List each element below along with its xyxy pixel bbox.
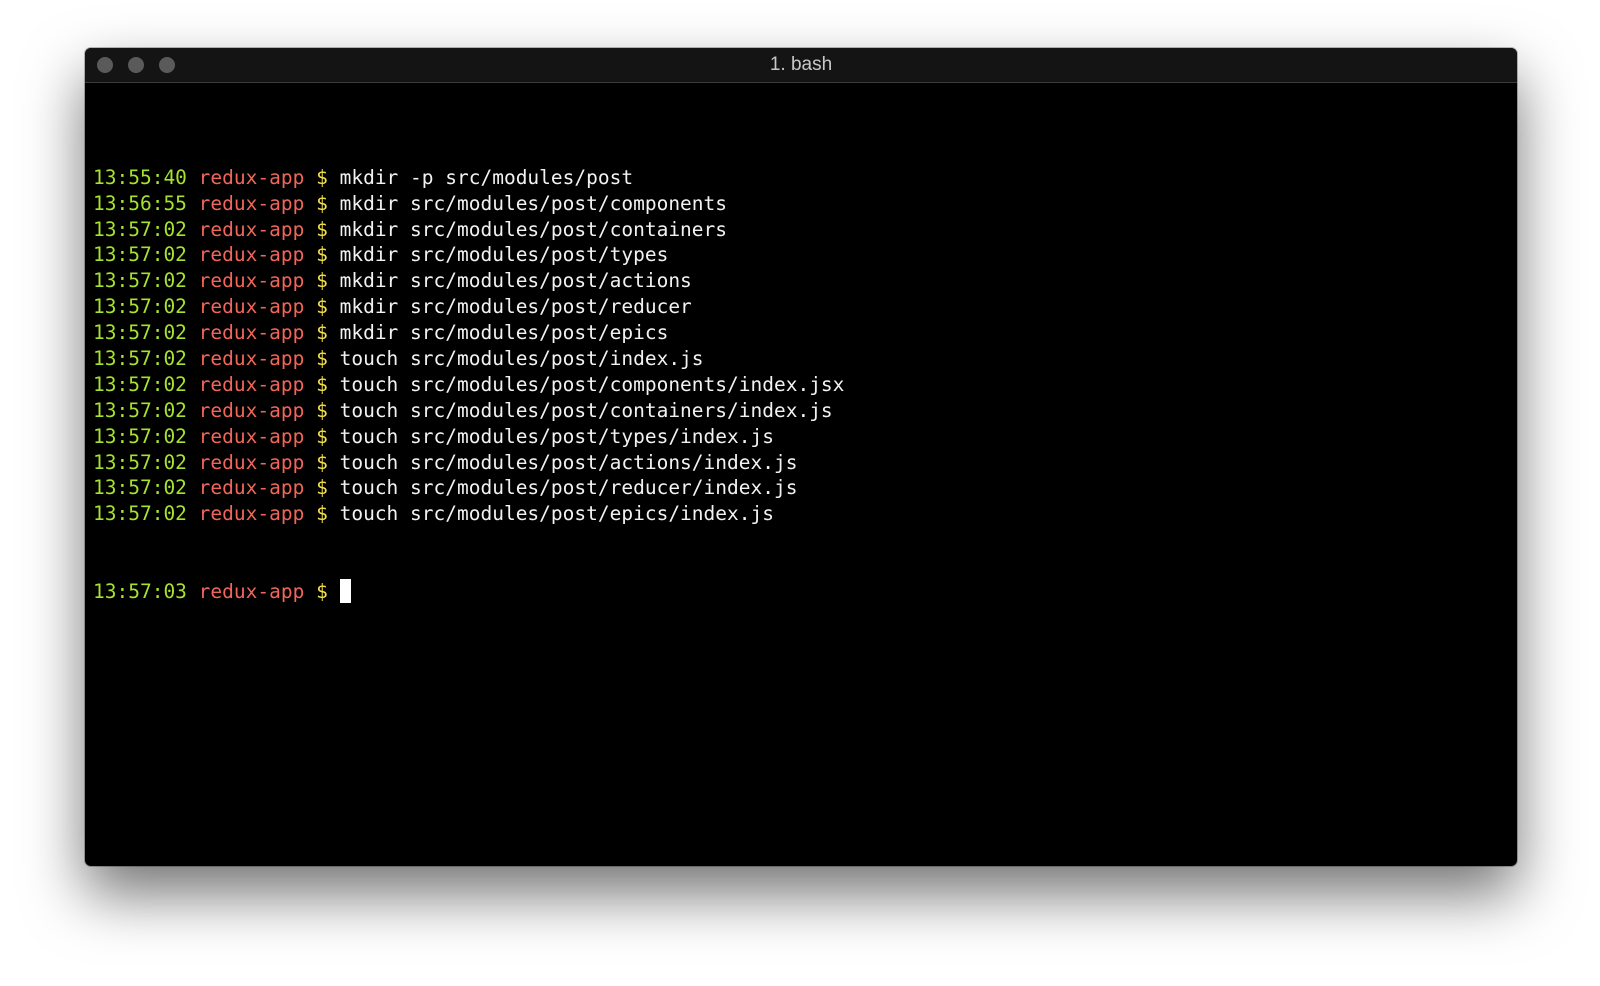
prompt-host: redux-app xyxy=(198,217,305,241)
prompt-host: redux-app xyxy=(198,346,305,370)
prompt-host: redux-app xyxy=(198,165,305,189)
timestamp: 13:57:02 xyxy=(93,346,187,370)
prompt-symbol: $ xyxy=(316,321,328,345)
text-cursor xyxy=(339,579,351,603)
terminal-line: 13:57:02 redux-app $ mkdir src/modules/p… xyxy=(93,242,1509,268)
timestamp: 13:57:02 xyxy=(93,424,187,448)
terminal-line: 13:57:02 redux-app $ touch src/modules/p… xyxy=(93,424,1509,450)
prompt-host: redux-app xyxy=(198,502,305,526)
timestamp: 13:55:40 xyxy=(93,165,187,189)
command-text: touch src/modules/post/actions/index.js xyxy=(339,450,798,474)
window-title: 1. bash xyxy=(769,54,833,75)
prompt-host: redux-app xyxy=(198,450,305,474)
prompt-symbol: $ xyxy=(316,398,328,422)
command-text: mkdir -p src/modules/post xyxy=(339,165,634,189)
prompt-host: redux-app xyxy=(198,295,305,319)
command-text: touch src/modules/post/epics/index.js xyxy=(339,502,774,526)
timestamp: 13:57:02 xyxy=(93,450,187,474)
terminal-line: 13:57:02 redux-app $ touch src/modules/p… xyxy=(93,372,1509,398)
command-text: touch src/modules/post/reducer/index.js xyxy=(339,476,798,500)
terminal-history: 13:55:40 redux-app $ mkdir -p src/module… xyxy=(93,165,1509,527)
prompt-symbol: $ xyxy=(316,269,328,293)
prompt-symbol: $ xyxy=(316,295,328,319)
command-text: touch src/modules/post/types/index.js xyxy=(339,424,774,448)
terminal-line: 13:57:02 redux-app $ touch src/modules/p… xyxy=(93,501,1509,527)
terminal-line: 13:57:02 redux-app $ mkdir src/modules/p… xyxy=(93,320,1509,346)
prompt-host: redux-app xyxy=(198,372,305,396)
prompt-host: redux-app xyxy=(198,269,305,293)
prompt-symbol: $ xyxy=(316,243,328,267)
prompt-symbol: $ xyxy=(316,346,328,370)
timestamp: 13:57:02 xyxy=(93,398,187,422)
prompt-symbol: $ xyxy=(316,165,328,189)
terminal-line: 13:57:02 redux-app $ touch src/modules/p… xyxy=(93,450,1509,476)
prompt-host: redux-app xyxy=(198,243,305,267)
terminal-output[interactable]: 13:55:40 redux-app $ mkdir -p src/module… xyxy=(85,83,1517,657)
terminal-line: 13:57:02 redux-app $ mkdir src/modules/p… xyxy=(93,294,1509,320)
prompt-symbol: $ xyxy=(316,476,328,500)
terminal-line: 13:57:02 redux-app $ touch src/modules/p… xyxy=(93,346,1509,372)
prompt-symbol: $ xyxy=(316,502,328,526)
prompt-host: redux-app xyxy=(198,321,305,345)
title-bar[interactable]: 1. bash xyxy=(85,48,1517,83)
command-text: mkdir src/modules/post/reducer xyxy=(339,295,692,319)
terminal-line: 13:56:55 redux-app $ mkdir src/modules/p… xyxy=(93,191,1509,217)
terminal-line: 13:57:02 redux-app $ mkdir src/modules/p… xyxy=(93,217,1509,243)
prompt-symbol: $ xyxy=(316,191,328,215)
prompt-symbol: $ xyxy=(316,424,328,448)
terminal-line: 13:57:02 redux-app $ mkdir src/modules/p… xyxy=(93,268,1509,294)
timestamp: 13:57:02 xyxy=(93,295,187,319)
command-text: mkdir src/modules/post/actions xyxy=(339,269,692,293)
prompt-host: redux-app xyxy=(198,424,305,448)
timestamp: 13:57:02 xyxy=(93,243,187,267)
terminal-line: 13:55:40 redux-app $ mkdir -p src/module… xyxy=(93,165,1509,191)
prompt-symbol: $ xyxy=(316,372,328,396)
timestamp: 13:57:02 xyxy=(93,502,187,526)
timestamp: 13:57:02 xyxy=(93,476,187,500)
timestamp: 13:56:55 xyxy=(93,191,187,215)
timestamp: 13:57:02 xyxy=(93,372,187,396)
prompt-host: redux-app xyxy=(198,191,305,215)
terminal-line: 13:57:02 redux-app $ touch src/modules/p… xyxy=(93,475,1509,501)
prompt-host: redux-app xyxy=(198,398,305,422)
command-text: mkdir src/modules/post/types xyxy=(339,243,669,267)
timestamp: 13:57:03 xyxy=(93,580,187,603)
prompt-symbol: $ xyxy=(316,580,328,603)
prompt-symbol: $ xyxy=(316,450,328,474)
prompt-symbol: $ xyxy=(316,217,328,241)
command-text: touch src/modules/post/index.js xyxy=(339,346,704,370)
command-text: mkdir src/modules/post/containers xyxy=(339,217,728,241)
terminal-window: 1. bash 13:55:40 redux-app $ mkdir -p sr… xyxy=(85,48,1517,866)
timestamp: 13:57:02 xyxy=(93,321,187,345)
command-text: mkdir src/modules/post/components xyxy=(339,191,728,215)
current-prompt-line[interactable]: 13:57:03 redux-app $ xyxy=(93,579,1509,605)
command-text: mkdir src/modules/post/epics xyxy=(339,321,669,345)
prompt-host: redux-app xyxy=(198,580,305,603)
terminal-line: 13:57:02 redux-app $ touch src/modules/p… xyxy=(93,398,1509,424)
command-text: touch src/modules/post/containers/index.… xyxy=(339,398,833,422)
timestamp: 13:57:02 xyxy=(93,217,187,241)
command-text: touch src/modules/post/components/index.… xyxy=(339,372,845,396)
prompt-host: redux-app xyxy=(198,476,305,500)
timestamp: 13:57:02 xyxy=(93,269,187,293)
